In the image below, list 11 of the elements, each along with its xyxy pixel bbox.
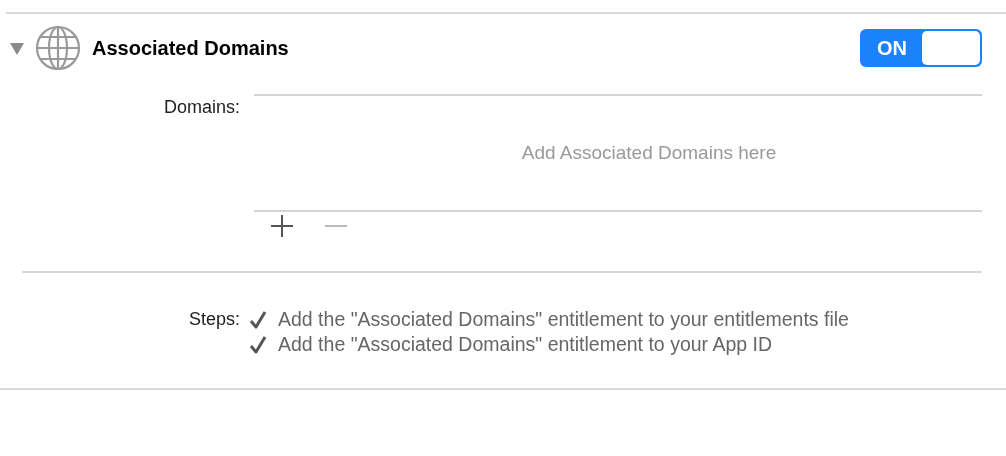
disclosure-triangle-icon[interactable] (10, 43, 24, 55)
domains-list[interactable]: Add Associated Domains here (254, 94, 982, 212)
steps-label: Steps: (187, 308, 240, 331)
empty-list-placeholder: Add Associated Domains here (520, 142, 777, 164)
add-icon[interactable] (270, 214, 294, 238)
domains-label: Domains: (162, 96, 240, 119)
step-text: Add the "Associated Domains" entitlement to your App ID (278, 333, 773, 356)
on-off-switch[interactable]: ON (860, 29, 982, 67)
globe-icon (34, 24, 82, 72)
step-text: Add the "Associated Domains" entitlement to your entitlements file (278, 308, 849, 331)
section-title: Associated Domains (92, 36, 289, 60)
